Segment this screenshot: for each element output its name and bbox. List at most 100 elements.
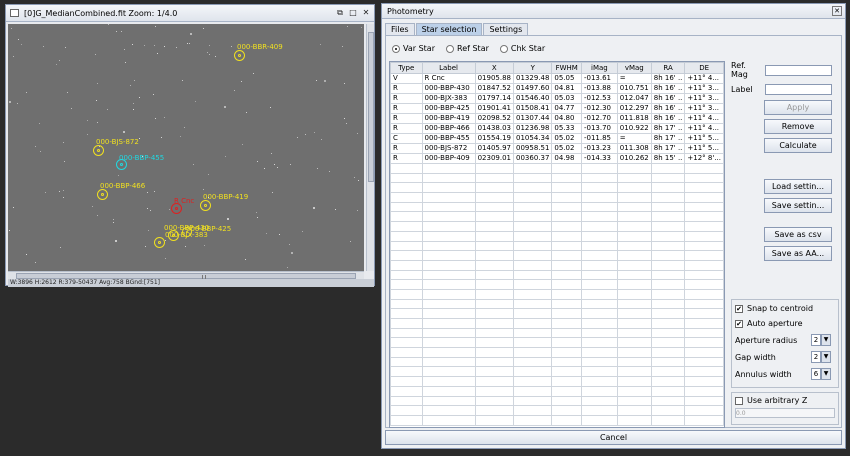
star-table[interactable]: Type Label X Y FWHM iMag vMag RA DE VR Cnc 01905.… [389,61,725,428]
star-marker[interactable] [234,50,245,61]
table-row[interactable] [390,221,724,232]
radio-ref-star[interactable]: Ref Star [446,44,489,53]
table-row[interactable]: VR Cnc 01905.88 01329.48 05.05 -013.61 = 8h 16… [390,73,724,84]
checkbox-checked-icon[interactable]: ✔ [735,319,743,328]
column-header[interactable]: iMag [580,62,618,74]
checkbox-checked-icon[interactable]: ✔ [735,304,743,313]
radio-chk-star[interactable]: Chk Star [499,44,545,53]
table-row[interactable] [390,182,724,194]
table-row[interactable]: R 000-BJX-383 01797.14 01546.40 05.03 -012.53… [390,93,724,104]
z-value-input[interactable] [735,408,835,418]
table-row[interactable] [390,288,724,300]
table-row[interactable] [390,318,724,329]
save-aa-button[interactable]: Save as AA... [764,246,832,261]
column-header[interactable]: DE [684,62,724,74]
table-cell [684,405,724,416]
table-row[interactable]: R 000-BBP-425 01901.41 01508.41 04.77 -012.30… [390,103,724,114]
radio-var-star[interactable]: Var Star [392,44,435,53]
snap-to-centroid-checkbox[interactable]: ✔ Snap to centroid [735,304,835,313]
column-header[interactable]: Y [512,62,553,74]
save-settings-button[interactable]: Save settin... [764,198,832,213]
table-row[interactable]: R 000-BBP-430 01847.52 01497.60 04.81 -013.88… [390,83,724,94]
table-row[interactable]: R 000-BJS-872 01405.97 00958.51 05.02 -013.23… [390,143,724,154]
chevron-down-icon[interactable]: ▼ [821,351,831,363]
table-row[interactable] [390,201,724,213]
restore-icon[interactable]: ⧉ [335,8,345,18]
maximize-icon[interactable]: □ [348,8,358,18]
close-icon[interactable]: ✕ [832,6,842,16]
table-row[interactable]: R 000-BBP-409 02309.01 00360.37 04.98 -014.33… [390,153,724,164]
table-row[interactable]: C 000-BBP-455 01554.19 01054.34 05.02 -011.85… [390,133,724,144]
table-row[interactable] [390,192,724,203]
vertical-scrollbar[interactable] [366,24,374,271]
table-cell [650,250,686,261]
annulus-width-value[interactable]: 6 [811,368,821,380]
table-row[interactable] [390,298,724,310]
table-row[interactable] [390,259,724,271]
table-cell: R [390,113,423,124]
radio-button[interactable] [392,44,400,53]
checkbox-unchecked-icon[interactable] [735,396,743,405]
use-arbitrary-z-checkbox[interactable]: Use arbitrary Z [735,396,835,405]
tab-settings[interactable]: Settings [483,23,529,35]
column-header[interactable]: X [474,62,515,74]
table-row[interactable]: R 000-BBP-419 02098.52 01307.44 04.80 -012.70… [390,113,724,124]
table-row[interactable] [390,279,724,290]
cancel-button[interactable]: Cancel [385,430,842,445]
radio-button[interactable] [446,44,454,53]
radio-button[interactable] [499,44,508,53]
table-row[interactable] [390,230,724,242]
table-row[interactable] [390,405,724,416]
load-settings-button[interactable]: Load settin... [764,179,832,194]
table-row[interactable] [390,250,724,261]
star-field-image[interactable]: 000-BBR-409 000-BJS-872 000-BBP-455 000-… [8,24,364,271]
table-cell [684,182,724,194]
chevron-down-icon[interactable]: ▼ [821,334,831,346]
table-row[interactable] [390,356,724,368]
table-row[interactable] [390,414,724,426]
calculate-button[interactable]: Calculate [764,138,832,153]
horizontal-scrollbar[interactable] [8,271,364,279]
table-cell: 8h 16' .. [650,73,686,84]
table-row[interactable] [390,269,724,281]
table-row[interactable] [390,347,724,358]
column-header[interactable]: Label [421,62,476,74]
save-csv-button[interactable]: Save as csv [764,227,832,242]
table-row[interactable] [390,366,724,378]
star-marker[interactable] [97,189,108,200]
auto-aperture-checkbox[interactable]: ✔ Auto aperture [735,319,835,328]
table-row[interactable] [390,385,724,397]
image-window: [0]G_MedianCombined.fit Zoom: 1/4.0 ⧉ □ … [5,4,375,287]
image-window-titlebar[interactable]: [0]G_MedianCombined.fit Zoom: 1/4.0 ⧉ □ … [6,5,374,22]
table-row[interactable] [390,172,724,184]
table-row[interactable] [390,376,724,387]
table-row[interactable] [390,337,724,349]
star-marker[interactable] [200,200,211,211]
column-header[interactable]: FWHM [551,62,582,74]
aperture-radius-value[interactable]: 2 [811,334,821,346]
remove-button[interactable]: Remove [764,119,832,134]
table-row[interactable] [390,211,724,223]
scroll-thumb[interactable] [368,32,374,182]
label-input[interactable] [765,84,832,95]
tab-files[interactable]: Files [385,23,415,35]
table-row[interactable] [390,395,724,407]
table-row[interactable] [390,240,724,252]
column-header[interactable]: Type [390,62,423,74]
tab-star-selection[interactable]: Star selection [415,23,483,35]
gap-width-value[interactable]: 2 [811,351,821,363]
column-header[interactable]: RA [650,62,686,74]
table-row[interactable] [390,327,724,339]
table-row[interactable] [390,163,724,174]
ref-mag-input[interactable] [765,64,832,76]
apply-button[interactable]: Apply [764,100,832,115]
table-row[interactable]: R 000-BBP-466 01438.03 01236.98 05.33 -013.70… [390,123,724,134]
star-marker[interactable] [154,237,165,248]
column-header[interactable]: vMag [616,62,652,74]
table-cell: = [616,133,652,144]
photometry-titlebar[interactable]: Photometry ✕ [382,4,845,19]
close-icon[interactable]: ✕ [361,8,371,18]
chevron-down-icon[interactable]: ▼ [821,368,831,380]
table-row[interactable] [390,308,724,319]
table-cell [390,308,423,319]
